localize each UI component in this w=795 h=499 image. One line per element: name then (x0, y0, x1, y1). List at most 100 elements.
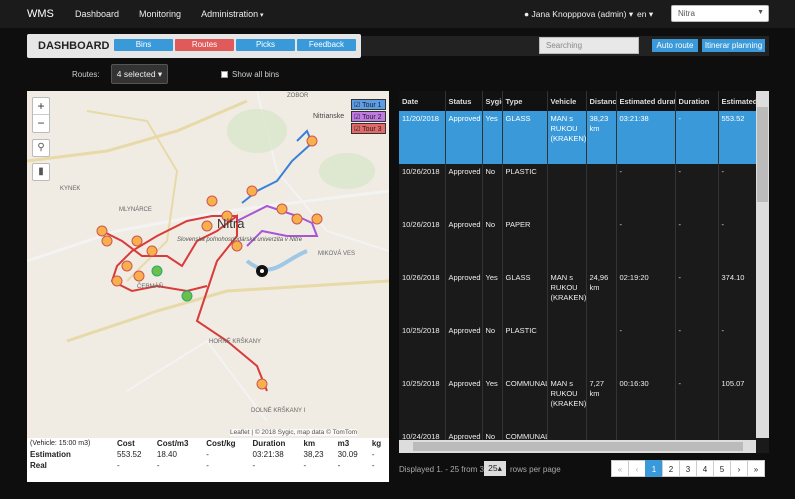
user-menu[interactable]: ● Jana Knopppova (admin) ▾ (524, 9, 633, 20)
tab-picks[interactable]: Picks (236, 39, 295, 51)
pagination-info: Displayed 1. - 25 from 321 (399, 465, 493, 474)
bin-marker[interactable] (246, 185, 258, 197)
auto-route-button[interactable]: Auto route (652, 39, 698, 52)
stats-cell: - (252, 461, 256, 470)
horizontal-scrollbar[interactable] (399, 440, 756, 453)
place-label: Nitra (217, 216, 245, 231)
table-cell: - (675, 323, 719, 376)
page-button[interactable]: 2 (662, 460, 680, 477)
table-cell: No (482, 323, 503, 376)
scroll-thumb[interactable] (413, 442, 743, 451)
nav-dashboard[interactable]: Dashboard (75, 9, 119, 19)
stats-cell: - (156, 461, 160, 470)
signal-bars-icon[interactable]: ▮ (32, 163, 50, 181)
bin-marker[interactable] (146, 245, 158, 257)
table-cell: 10/26/2018 (399, 217, 446, 270)
table-cell: Yes (482, 376, 503, 429)
city-select[interactable]: Nitra ▼ (671, 5, 769, 22)
nav-administration[interactable]: Administration (201, 9, 264, 19)
language-select[interactable]: en ▾ (637, 9, 653, 20)
table-row[interactable]: 10/26/2018 Approved No PAPER - - - (399, 217, 769, 270)
column-header[interactable]: Sygic (482, 91, 503, 111)
table-cell: Approved (445, 111, 483, 164)
per-page-select[interactable]: 25▴ (484, 461, 506, 476)
table-row[interactable]: 10/25/2018 Approved No PLASTIC - - - (399, 323, 769, 376)
bin-marker[interactable] (291, 213, 303, 225)
bin-marker[interactable] (311, 213, 323, 225)
bin-marker[interactable] (276, 203, 288, 215)
table-row[interactable]: 10/25/2018 Approved Yes COMMUNAL MAN s RUKOU… (399, 376, 769, 429)
table-cell: 10/26/2018 (399, 270, 446, 323)
page-button[interactable]: 5 (713, 460, 731, 477)
bin-marker[interactable] (151, 265, 163, 277)
bin-marker[interactable] (131, 235, 143, 247)
vertical-scrollbar[interactable] (756, 91, 769, 438)
page-button[interactable]: 4 (696, 460, 714, 477)
page-button[interactable]: » (747, 460, 765, 477)
zoom-in-button[interactable]: + (33, 98, 49, 115)
bin-marker[interactable] (201, 220, 213, 232)
rows-per-page-label: rows per page (510, 465, 561, 474)
stats-header: Cost (116, 439, 135, 448)
bin-marker[interactable] (306, 135, 318, 147)
bin-marker[interactable] (133, 270, 145, 282)
itinerar-planning-button[interactable]: Itinerar planning (702, 39, 765, 52)
routes-select[interactable]: 4 selected ▾ (111, 64, 168, 84)
stats-cell: - (303, 461, 307, 470)
bin-marker[interactable] (206, 195, 218, 207)
legend-tour-2[interactable]: ☑ Tour 2 (351, 111, 386, 122)
show-all-bins-checkbox[interactable]: Show all bins (221, 70, 279, 79)
table-cell: 7,27 km (586, 376, 617, 429)
place-label: ČERMÁŇ (137, 284, 164, 290)
user-name: Jana Knopppova (admin) (531, 9, 627, 19)
table-row[interactable]: 11/20/2018 Approved Yes GLASS MAN s RUKOU (K… (399, 111, 769, 164)
table-row[interactable]: 10/26/2018 Approved Yes GLASS MAN s RUKOU (K… (399, 270, 769, 323)
bin-marker[interactable] (121, 260, 133, 272)
zoom-out-button[interactable]: − (33, 115, 49, 132)
scroll-thumb[interactable] (757, 107, 768, 202)
tab-feedback[interactable]: Feedback (297, 39, 356, 51)
column-header[interactable]: Estimated duration (616, 91, 676, 111)
bin-marker[interactable] (96, 225, 108, 237)
stats-cell: 553.52 (116, 450, 142, 459)
bin-marker[interactable] (101, 235, 113, 247)
tab-routes[interactable]: Routes (175, 39, 234, 51)
bin-marker[interactable] (181, 290, 193, 302)
nav-monitoring[interactable]: Monitoring (139, 9, 181, 19)
column-header[interactable]: Duration (675, 91, 719, 111)
legend-tour-1[interactable]: ☑ Tour 1 (351, 99, 386, 110)
tab-bins[interactable]: Bins (114, 39, 173, 51)
column-header[interactable]: Status (445, 91, 483, 111)
depot-icon[interactable] (256, 265, 268, 277)
table-cell: 00:16:30 (616, 376, 676, 429)
page-button[interactable]: 1 (645, 460, 663, 477)
map-attribution[interactable]: Leaflet | © 2018 Sygic, map data © TomTo… (230, 429, 358, 436)
routes-label: Routes: (72, 70, 100, 79)
bin-marker[interactable] (111, 275, 123, 287)
routes-selected-value: 4 selected (116, 69, 156, 79)
legend-tour-3[interactable]: ☑ Tour 3 (351, 123, 386, 134)
place-label: HORNÉ KRŠKANY (209, 339, 262, 345)
table-cell: - (675, 270, 719, 323)
table-row[interactable]: 10/26/2018 Approved No PLASTIC - - - (399, 164, 769, 217)
search-input[interactable]: Searching (539, 37, 639, 54)
page-button[interactable]: « (611, 460, 629, 477)
page-button[interactable]: ‹ (628, 460, 646, 477)
column-header[interactable]: Date (399, 91, 446, 111)
page-button[interactable]: 3 (679, 460, 697, 477)
route-map[interactable]: + − ⚲ ▮ ZOBOR Nitrianske KYNEK MLYNÁRCE … (27, 91, 389, 438)
location-pin-icon[interactable]: ⚲ (32, 139, 50, 157)
column-header[interactable]: Type (502, 91, 548, 111)
legend-label: Tour 3 (362, 126, 382, 133)
language-value: en (637, 9, 647, 19)
brand-logo[interactable]: WMS (27, 8, 75, 20)
table-cell: - (675, 376, 719, 429)
column-header[interactable]: Vehicle (547, 91, 587, 111)
table-cell: Yes (482, 270, 503, 323)
page-button[interactable]: › (730, 460, 748, 477)
map-canvas[interactable] (27, 91, 389, 438)
table-cell: No (482, 164, 503, 217)
bin-marker[interactable] (256, 378, 268, 390)
column-header[interactable]: Distance (586, 91, 617, 111)
table-cell: Approved (445, 164, 483, 217)
